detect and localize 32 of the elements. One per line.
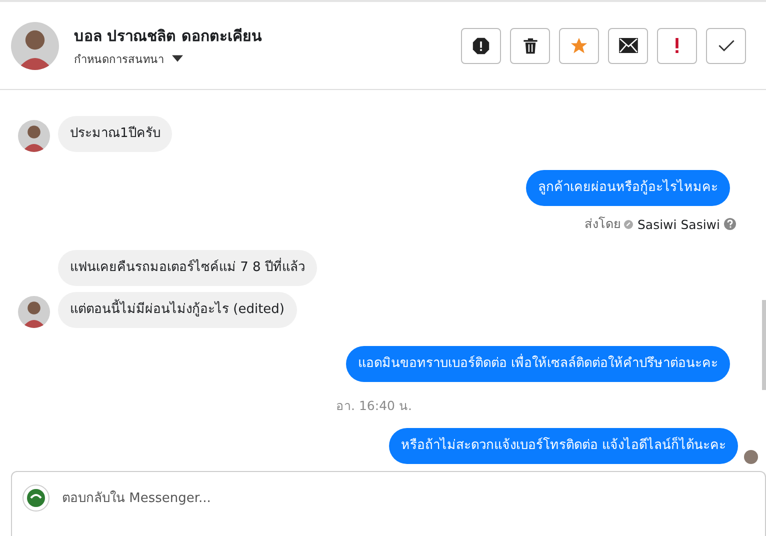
exclamation-icon bbox=[675, 38, 679, 53]
message-bubble: แต่ตอนนี้ไม่มีผ่อนไม่งกู้อะไร (edited) bbox=[58, 292, 296, 328]
message-bubble: หรือถ้าไม่สะดวกแจ้งเบอร์โทรติดต่อ แจ้งไอดีไลน์ก็ได้นะคะ bbox=[388, 428, 738, 464]
checkmark-icon bbox=[718, 39, 734, 52]
envelope-icon bbox=[618, 38, 638, 53]
caret-icon bbox=[172, 55, 183, 62]
sender-name: Sasiwi Sasiwi bbox=[637, 216, 720, 232]
trash-icon bbox=[522, 36, 538, 54]
star-button[interactable] bbox=[559, 28, 599, 64]
reply-field[interactable]: ตอบกลับใน Messenger... bbox=[60, 490, 755, 506]
important-button[interactable] bbox=[657, 28, 697, 64]
star-icon bbox=[570, 36, 588, 54]
page-logo-icon bbox=[22, 484, 50, 512]
avatar-icon bbox=[18, 296, 50, 328]
sent-by-label: ส่งโดย bbox=[584, 215, 620, 233]
message-bubble: ประมาณ1ปีครับ bbox=[58, 116, 172, 152]
mail-button[interactable] bbox=[608, 28, 648, 64]
exclamation-octagon-icon bbox=[472, 36, 490, 54]
message-bubble: แอดมินขอทราบเบอร์ติดต่อ เพื่อให้เซลล์ติดต่อให้คำปรึษาต่อนะคะ bbox=[346, 346, 730, 382]
delete-button[interactable] bbox=[510, 28, 550, 64]
message-bubble: ลูกค้าเคยผ่อนหรือกู้อะไรไหมคะ bbox=[526, 170, 730, 206]
help-icon bbox=[724, 218, 736, 230]
contact-name: บอล ปราณชลิต ดอกตะเคียน bbox=[74, 26, 262, 46]
avatar-icon bbox=[18, 120, 50, 152]
conversation-settings-dropdown[interactable]: กำหนดการสนทนา bbox=[74, 50, 262, 68]
scrollbar[interactable] bbox=[762, 300, 766, 390]
verified-icon bbox=[624, 220, 634, 228]
done-button[interactable] bbox=[706, 28, 746, 64]
spam-button[interactable] bbox=[461, 28, 501, 64]
message-bubble: แฟนเคยคืนรถมอเตอร์ไซค์แม่ 7 8 ปีที่แล้ว bbox=[58, 250, 317, 286]
timestamp: อา. 16:40 น. bbox=[336, 397, 412, 415]
avatar-icon bbox=[11, 22, 59, 70]
